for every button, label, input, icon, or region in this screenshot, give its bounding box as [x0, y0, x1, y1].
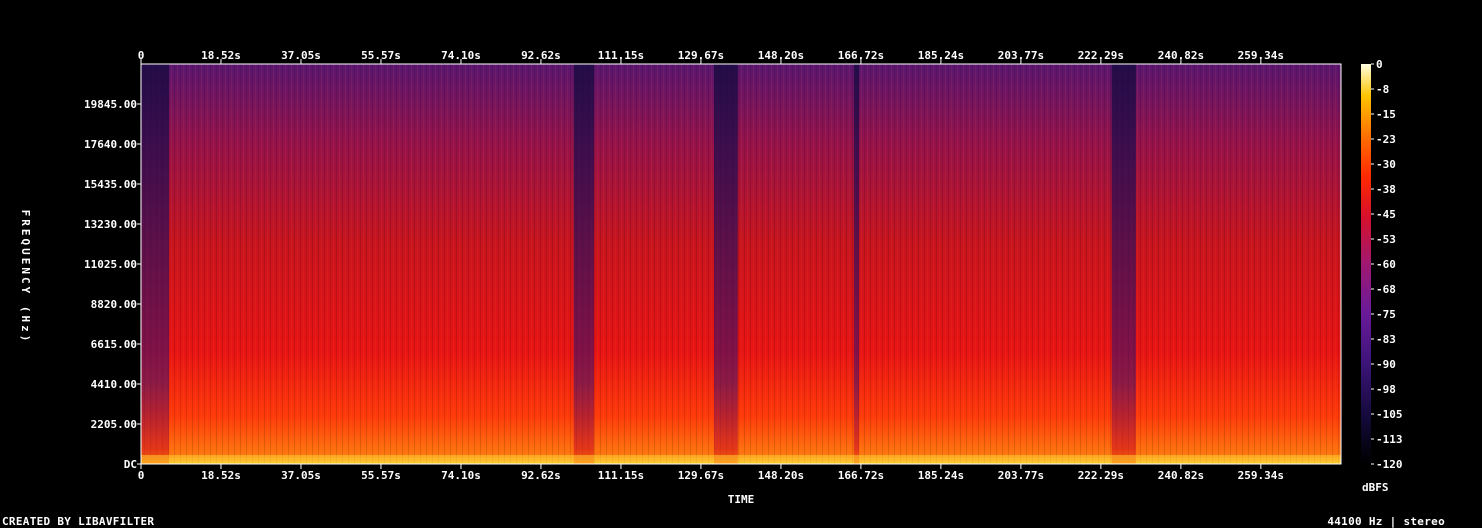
x-tick-label-top: 222.29s	[1078, 49, 1124, 62]
colorbar-tick-label: -30	[1376, 158, 1396, 171]
x-tick-label-top: 166.72s	[838, 49, 884, 62]
credit-text: CREATED BY LIBAVFILTER	[2, 515, 155, 528]
x-tick-label-top: 18.52s	[201, 49, 241, 62]
y-tick-label: 6615.00	[91, 338, 137, 351]
x-tick-label-top: 74.10s	[441, 49, 481, 62]
spectrogram-area	[140, 63, 1342, 465]
x-tick-label-top: 240.82s	[1158, 49, 1204, 62]
colorbar-tick-label: 0	[1376, 58, 1383, 71]
x-axis-top: 0 18.52s 37.05s 55.57s 74.10s 92.62s 111.15s 12…	[138, 49, 1284, 64]
quiet-interval-3	[853, 64, 860, 464]
colorbar-tick-label: -68	[1376, 283, 1396, 296]
x-tick-label-top: 203.77s	[998, 49, 1044, 62]
x-tick-label-bottom: 37.05s	[281, 469, 321, 482]
x-tick-label-bottom: 92.62s	[521, 469, 561, 482]
colorbar-tick-label: -23	[1376, 133, 1396, 146]
colorbar-label: dBFS	[1362, 481, 1389, 494]
x-tick-label-top: 111.15s	[598, 49, 644, 62]
colorbar-tick-label: -8	[1376, 83, 1389, 96]
x-tick-label-bottom: 55.57s	[361, 469, 401, 482]
colorbar-tick-label: -38	[1376, 183, 1396, 196]
x-tick-label-bottom: 148.20s	[758, 469, 804, 482]
x-tick-label-top: 37.05s	[281, 49, 321, 62]
colorbar-tick-label: -113	[1376, 433, 1403, 446]
quiet-interval-1	[573, 64, 594, 464]
colorbar-ticks: 0 -8 -15 -23 -30 -38 -45 -53 -60 -68 -75 -83 -90 -98 -…	[1371, 58, 1403, 471]
quiet-interval-4	[1111, 64, 1136, 464]
colorbar-tick-label: -75	[1376, 308, 1396, 321]
x-tick-label-bottom: 185.24s	[918, 469, 964, 482]
quiet-interval-2	[714, 64, 738, 464]
colorbar: 0 -8 -15 -23 -30 -38 -45 -53 -60 -68 -75 -83 -90 -98 -…	[1361, 58, 1403, 494]
x-tick-label-top: 148.20s	[758, 49, 804, 62]
x-tick-label-bottom: 129.67s	[678, 469, 724, 482]
x-tick-label-bottom: 240.82s	[1158, 469, 1204, 482]
colorbar-tick-label: -98	[1376, 383, 1396, 396]
x-tick-label-bottom: 203.77s	[998, 469, 1044, 482]
x-axis-label: TIME	[728, 493, 755, 506]
colorbar-tick-label: -83	[1376, 333, 1396, 346]
colorbar-tick-label: -60	[1376, 258, 1396, 271]
colorbar-scale	[1361, 64, 1371, 464]
y-axis-label: FREQUENCY (Hz)	[19, 210, 32, 345]
x-tick-label-bottom: 0	[138, 469, 145, 482]
spectrogram-chart: 0 18.52s 37.05s 55.57s 74.10s 92.62s 111.15s 12…	[19, 49, 1403, 506]
x-tick-label-top: 92.62s	[521, 49, 561, 62]
y-tick-label: 13230.00	[84, 218, 137, 231]
y-tick-label: 11025.00	[84, 258, 137, 271]
format-text: 44100 Hz | stereo	[1327, 515, 1445, 528]
y-axis: DC 2205.00 4410.00 6615.00 8820.00 11025.00 13…	[84, 98, 141, 471]
colorbar-tick-label: -105	[1376, 408, 1403, 421]
y-tick-label: DC	[124, 458, 137, 471]
x-tick-label-bottom: 74.10s	[441, 469, 481, 482]
x-tick-label-top: 129.67s	[678, 49, 724, 62]
colorbar-tick-label: -90	[1376, 358, 1396, 371]
y-tick-label: 19845.00	[84, 98, 137, 111]
y-tick-label: 4410.00	[91, 378, 137, 391]
y-tick-label: 2205.00	[91, 418, 137, 431]
quiet-interval-0	[141, 64, 170, 464]
x-axis-bottom: 0 18.52s 37.05s 55.57s 74.10s 92.62s 111.15s 12…	[138, 464, 1284, 482]
x-tick-label-bottom: 111.15s	[598, 469, 644, 482]
x-tick-label-top: 259.34s	[1238, 49, 1284, 62]
y-tick-label: 8820.00	[91, 298, 137, 311]
x-tick-label-top: 0	[138, 49, 145, 62]
x-tick-label-top: 55.57s	[361, 49, 401, 62]
x-tick-label-bottom: 259.34s	[1238, 469, 1284, 482]
low-frequency-band	[141, 455, 1341, 464]
x-tick-label-top: 185.24s	[918, 49, 964, 62]
colorbar-tick-label: -53	[1376, 233, 1396, 246]
colorbar-tick-label: -45	[1376, 208, 1396, 221]
x-tick-label-bottom: 166.72s	[838, 469, 884, 482]
y-tick-label: 17640.00	[84, 138, 137, 151]
x-tick-label-bottom: 222.29s	[1078, 469, 1124, 482]
spectrogram-texture	[141, 64, 1341, 464]
colorbar-tick-label: -120	[1376, 458, 1403, 471]
colorbar-tick-label: -15	[1376, 108, 1396, 121]
x-tick-label-bottom: 18.52s	[201, 469, 241, 482]
y-tick-label: 15435.00	[84, 178, 137, 191]
